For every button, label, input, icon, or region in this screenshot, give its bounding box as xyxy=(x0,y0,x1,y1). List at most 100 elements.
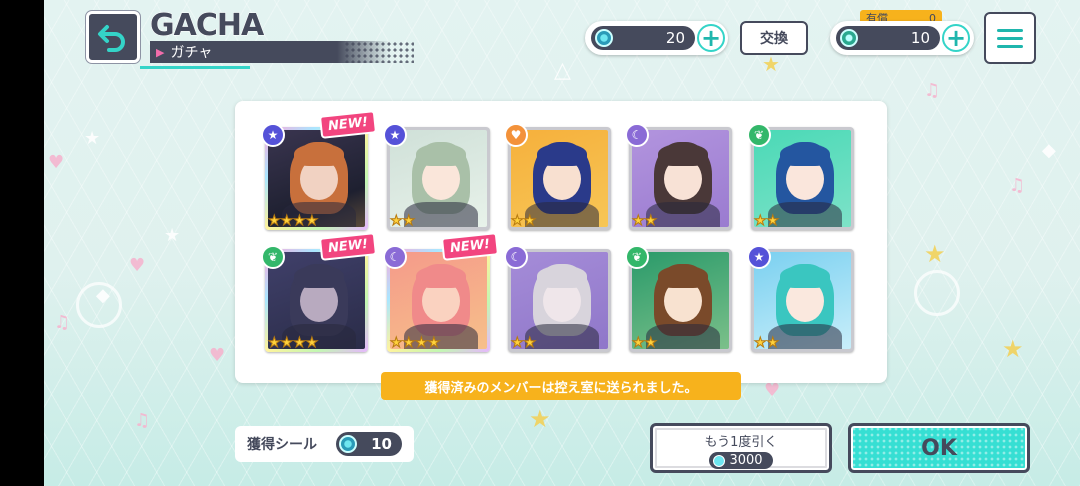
attribute-icon: ♥ xyxy=(504,123,528,147)
triangle-icon: ▶ xyxy=(156,45,165,59)
rarity-stars: ★★ xyxy=(510,213,537,229)
new-badge: NEW! xyxy=(440,232,500,261)
result-card[interactable]: ❦ ★★ xyxy=(625,245,732,352)
character-bangs xyxy=(780,144,830,166)
music-note-decoration-icon: ♫ xyxy=(134,410,151,431)
result-card[interactable]: ❦ ★★★★ NEW! xyxy=(261,232,378,352)
rarity-stars: ★★★★ xyxy=(389,335,441,351)
gem-counter: 10 + xyxy=(830,21,974,55)
ring-decoration xyxy=(76,282,122,328)
rarity-stars-value: ★★ xyxy=(510,213,537,229)
rarity-stars-value: ★★★★ xyxy=(389,335,441,351)
star-decoration-icon: ★ xyxy=(164,225,181,246)
draw-again-cost: 3000 xyxy=(709,452,773,469)
menu-icon-line xyxy=(997,44,1023,48)
result-card[interactable]: ☾ ★★★★ NEW! xyxy=(383,232,500,352)
rarity-stars-value: ★★ xyxy=(753,213,780,229)
new-badge: NEW! xyxy=(318,232,378,261)
result-card[interactable]: ☾ ★★ xyxy=(625,123,732,230)
ring-decoration xyxy=(914,270,960,316)
page-title-en: GACHA xyxy=(150,8,265,44)
page-subtitle-bar: ▶ ガチャ xyxy=(150,41,414,63)
rarity-stars: ★★ xyxy=(753,336,779,351)
rarity-stars: ★★ xyxy=(631,335,658,351)
heart-decoration-icon: ♥ xyxy=(48,152,65,173)
diamond-decoration-icon: ◆ xyxy=(1042,140,1056,161)
heart-decoration-icon: ♥ xyxy=(764,380,781,401)
result-card[interactable]: ❦ ★★ xyxy=(747,123,854,230)
rarity-stars-value: ★★★★ xyxy=(267,335,319,351)
result-card[interactable]: ★ ★★★★ NEW! xyxy=(261,110,378,230)
attribute-icon: ★ xyxy=(383,123,407,147)
ok-button[interactable]: OK xyxy=(848,423,1030,473)
gem-count-pill: 10 xyxy=(836,26,940,50)
result-card[interactable]: ★ ★★ xyxy=(383,123,490,230)
gem-count: 10 xyxy=(910,29,930,47)
character-bangs xyxy=(294,144,344,166)
result-card[interactable]: ☾ ★★ xyxy=(504,245,611,352)
character-bangs xyxy=(658,266,708,288)
rarity-stars: ★★ xyxy=(389,213,416,229)
rarity-stars-value: ★★ xyxy=(631,213,658,229)
attribute-icon: ☾ xyxy=(504,245,528,269)
crystal-count: 20 xyxy=(665,29,685,47)
triangle-decoration-icon: △ xyxy=(554,58,571,83)
crystal-icon xyxy=(595,29,613,47)
heart-decoration-icon: ♥ xyxy=(209,345,226,366)
music-note-decoration-icon: ♫ xyxy=(1009,175,1026,196)
rarity-stars: ★★ xyxy=(753,213,780,229)
menu-button[interactable] xyxy=(984,12,1036,64)
rarity-stars: ★★ xyxy=(631,213,658,229)
attribute-icon: ☾ xyxy=(383,245,407,269)
exchange-button[interactable]: 交換 xyxy=(740,21,808,55)
rarity-stars-value: ★★ xyxy=(510,335,537,351)
seal-count: 10 xyxy=(371,435,392,453)
gacha-result-screen: ★ ★ ♥ ♥ ♥ ♫ ♫ ♫ ♫ ♥ ◆ ◆ ★ ★ ★ ★ △ GACHA … xyxy=(44,0,1080,486)
seals-obtained: 獲得シール 10 xyxy=(235,426,414,462)
gem-icon xyxy=(713,454,726,467)
attribute-icon: ❦ xyxy=(747,123,771,147)
gold-star-decoration-icon: ★ xyxy=(529,405,551,433)
character-bangs xyxy=(416,144,466,166)
crystal-count-pill: 20 xyxy=(591,26,695,50)
attribute-icon: ❦ xyxy=(261,245,285,269)
music-note-decoration-icon: ♫ xyxy=(54,312,71,333)
new-badge: NEW! xyxy=(318,110,378,139)
add-crystal-button[interactable]: + xyxy=(697,24,725,52)
rarity-stars-value: ★★★★ xyxy=(267,213,319,229)
character-bangs xyxy=(537,144,587,166)
back-button[interactable] xyxy=(86,11,140,63)
title-underline xyxy=(140,66,250,69)
character-bangs xyxy=(780,266,830,288)
back-arrow-icon xyxy=(98,25,125,52)
result-card[interactable]: ★ ★★ xyxy=(747,245,854,352)
gacha-results-panel: ★ ★★★★ NEW! ★ ★★ ♥ ★★ ☾ ★★ ❦ ★★ ❦ ★★★★ NEW! ☾ ★★★★ NEW! ☾… xyxy=(235,101,887,383)
character-bangs xyxy=(294,266,344,288)
rarity-stars-value: ★★ xyxy=(631,335,658,351)
menu-icon-line xyxy=(997,28,1023,32)
notice-banner: 獲得済みのメンバーは控え室に送られました。 xyxy=(381,372,741,400)
character-bangs xyxy=(537,266,587,288)
heart-decoration-icon: ♥ xyxy=(129,255,146,276)
page-title: GACHA ▶ ガチャ xyxy=(140,8,414,69)
page-title-jp: ガチャ xyxy=(170,45,213,61)
add-gem-button[interactable]: + xyxy=(942,24,970,52)
gold-star-decoration-icon: ★ xyxy=(924,240,946,268)
attribute-icon: ★ xyxy=(747,245,771,269)
crystal-counter: 20 + xyxy=(585,21,728,55)
halftone-decoration xyxy=(344,41,414,63)
gem-icon xyxy=(840,29,858,47)
rarity-stars: ★★★★ xyxy=(267,335,319,351)
seals-label: 獲得シール xyxy=(247,437,317,453)
rarity-stars: ★★ xyxy=(510,335,537,351)
draw-again-button[interactable]: もう1度引く 3000 xyxy=(650,423,832,473)
draw-again-label: もう1度引く xyxy=(704,435,778,450)
rarity-stars-value: ★★ xyxy=(389,213,416,229)
character-bangs xyxy=(416,266,466,288)
character-bangs xyxy=(658,144,708,166)
rarity-stars: ★★★★ xyxy=(267,213,319,229)
gold-star-decoration-icon: ★ xyxy=(762,52,780,76)
result-card[interactable]: ♥ ★★ xyxy=(504,123,611,230)
attribute-icon: ★ xyxy=(261,123,285,147)
attribute-icon: ❦ xyxy=(625,245,649,269)
